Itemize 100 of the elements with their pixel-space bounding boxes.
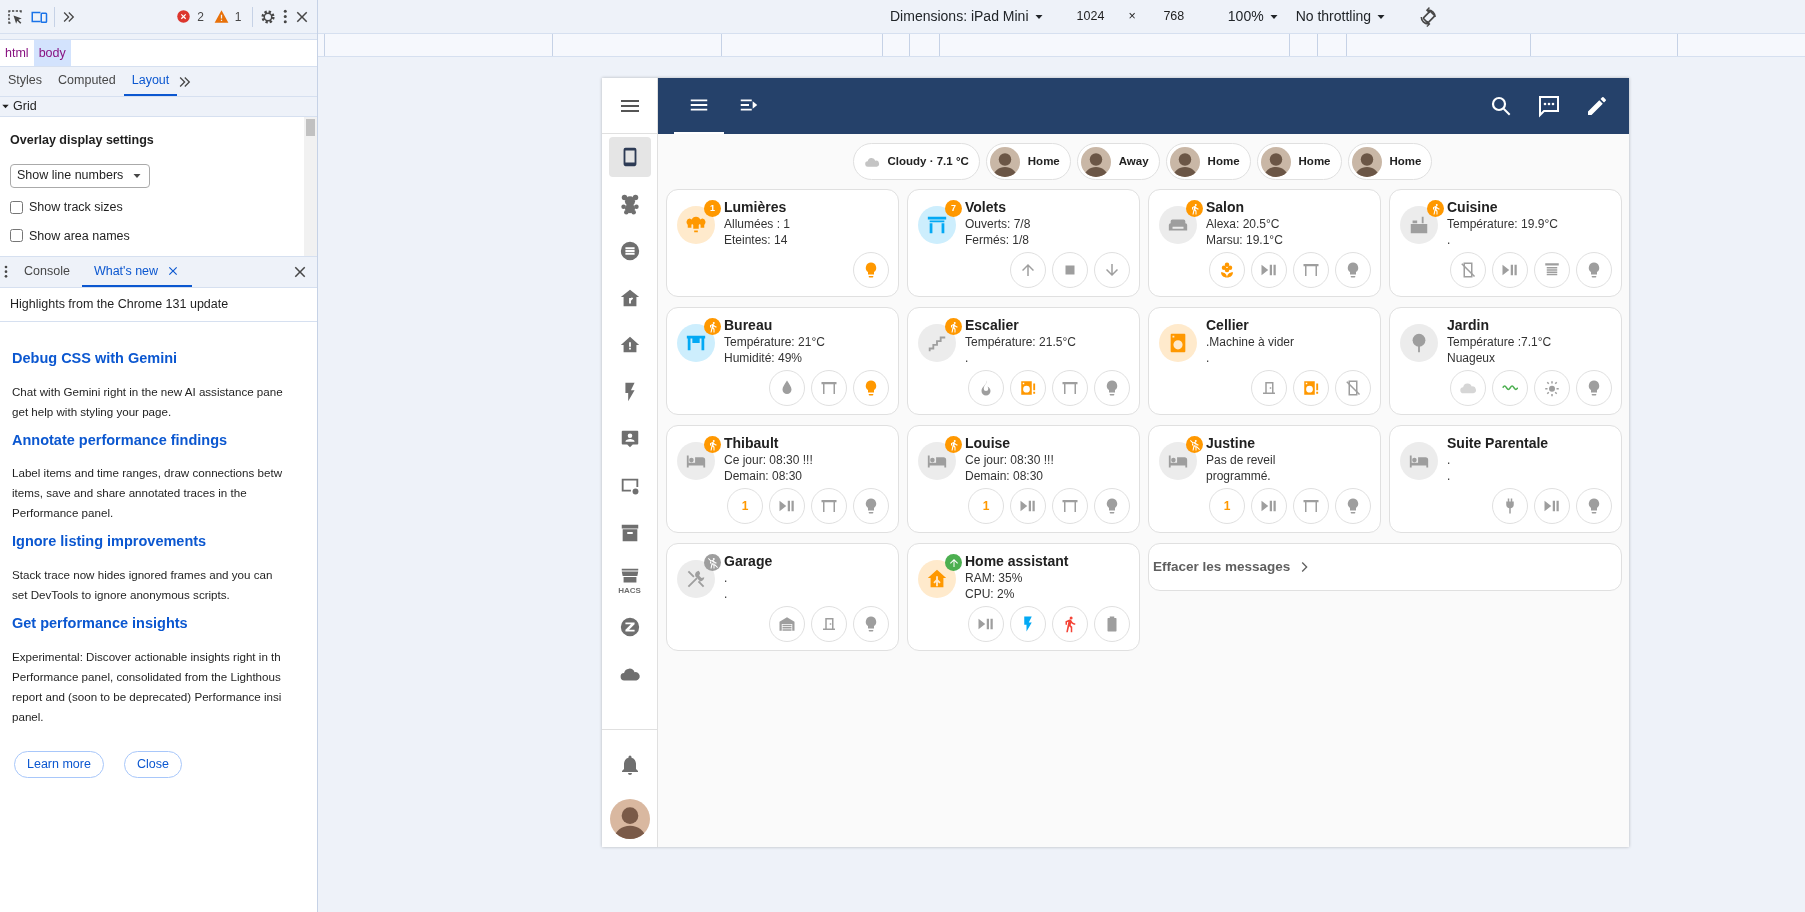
action-button[interactable]: Learn more (14, 750, 104, 778)
breadcrumb[interactable]: body (33, 40, 71, 66)
action-button[interactable] (1094, 252, 1130, 288)
drawer-tab[interactable]: What's new (81, 257, 193, 287)
action-button[interactable] (1335, 488, 1371, 524)
sidebar-item[interactable] (608, 137, 651, 177)
room-card[interactable]: Cellier .Machine à vider . (1148, 307, 1381, 415)
action-button[interactable] (1010, 488, 1046, 524)
person-chip[interactable]: Home (1256, 143, 1342, 180)
panel-tab[interactable]: Computed (50, 67, 124, 96)
section-title[interactable]: Grid (13, 97, 37, 116)
action-button[interactable] (1576, 370, 1612, 406)
room-card[interactable]: Home assistant RAM: 35% CPU: 2% (907, 543, 1140, 651)
action-button[interactable] (1492, 488, 1528, 524)
action-button[interactable] (1052, 252, 1088, 288)
room-status: Fermés: 1/8 (965, 232, 1031, 248)
room-title: Cellier (1206, 316, 1250, 334)
room-card[interactable]: Suite Parentale . . (1389, 425, 1622, 533)
action-button[interactable] (811, 606, 847, 642)
action-button[interactable] (1052, 488, 1088, 524)
action-button[interactable] (1335, 252, 1371, 288)
action-button[interactable] (1335, 370, 1371, 406)
room-title: Jardin (1447, 316, 1490, 334)
action-button[interactable] (1010, 370, 1046, 406)
more-options-icon (282, 9, 287, 24)
action-button[interactable]: Close (123, 750, 182, 778)
scrollbar-thumb[interactable] (306, 119, 315, 136)
person-chip[interactable]: Home (985, 143, 1071, 180)
room-card[interactable]: Salon Alexa: 20.5°C Marsu: 19.1°C (1148, 189, 1381, 297)
action-button[interactable] (1576, 252, 1612, 288)
feature-title[interactable]: Ignore listing improvements (12, 531, 305, 553)
action-button[interactable] (1094, 488, 1130, 524)
action-button[interactable] (1534, 370, 1570, 406)
action-button[interactable] (1492, 370, 1528, 406)
room-card[interactable]: Cuisine Température: 19.9°C . (1389, 189, 1622, 297)
action-button[interactable] (1534, 488, 1570, 524)
action-button[interactable] (1293, 370, 1329, 406)
breadcrumb[interactable]: html (0, 40, 34, 66)
room-card[interactable]: Bureau Température: 21°C Humidité: 49% (666, 307, 899, 415)
room-status: programmé. (1206, 468, 1272, 484)
description-line: set DevTools to ignore anonymous scripts. (12, 587, 231, 603)
room-card[interactable]: Thibault Ce jour: 08:30 !!! Demain: 08:30 1 (666, 425, 899, 533)
action-button[interactable] (853, 370, 889, 406)
room-card[interactable]: Louise Ce jour: 08:30 !!! Demain: 08:30 1 (907, 425, 1140, 533)
action-button[interactable] (1010, 252, 1046, 288)
action-button[interactable] (1450, 252, 1486, 288)
action-button[interactable] (769, 606, 805, 642)
feature-title[interactable]: Debug CSS with Gemini (12, 347, 305, 370)
action-button[interactable] (853, 488, 889, 524)
clear-messages-link[interactable]: Effacer les messages (1153, 556, 1313, 578)
width-field[interactable]: 1024 (1060, 7, 1121, 26)
panel-tab[interactable]: Styles (0, 67, 51, 96)
height-field[interactable]: 768 (1143, 7, 1204, 26)
action-button[interactable] (811, 488, 847, 524)
action-button[interactable] (1251, 252, 1287, 288)
room-status: . (724, 570, 729, 586)
checkbox[interactable] (10, 200, 23, 214)
room-card[interactable]: 1 Lumières Allumées : 1 Eteintes: 14 (666, 189, 899, 297)
action-button[interactable] (1010, 606, 1046, 642)
person-chip[interactable]: Away (1076, 143, 1160, 180)
action-button[interactable] (1251, 370, 1287, 406)
action-button[interactable] (1492, 252, 1528, 288)
weather-chip[interactable]: Cloudy · 7.1 °C (852, 143, 980, 180)
action-button[interactable] (853, 606, 889, 642)
count-badge: 7 (945, 200, 962, 217)
action-button[interactable] (1293, 488, 1329, 524)
action-button[interactable] (1576, 488, 1612, 524)
more-options-icon (4, 265, 8, 279)
action-button[interactable] (968, 606, 1004, 642)
room-card[interactable]: Justine Pas de reveil programmé. 1 (1148, 425, 1381, 533)
avatar[interactable] (609, 799, 650, 839)
action-button[interactable] (1293, 252, 1329, 288)
action-button[interactable] (811, 370, 847, 406)
action-button[interactable] (968, 370, 1004, 406)
zoom-dropdown[interactable]: 100% (1227, 6, 1280, 27)
room-card[interactable]: Jardin Température :7.1°C Nuageux (1389, 307, 1622, 415)
line-numbers-select[interactable]: Show line numbers (10, 163, 151, 188)
action-button[interactable] (769, 488, 805, 524)
action-button[interactable] (1534, 252, 1570, 288)
room-card[interactable]: Garage . . (666, 543, 899, 651)
checkbox[interactable] (10, 229, 23, 243)
feature-title[interactable]: Get performance insights (12, 613, 305, 635)
action-button[interactable] (1209, 252, 1245, 288)
action-button[interactable] (853, 252, 889, 288)
person-chip[interactable]: Home (1347, 143, 1433, 180)
feature-title[interactable]: Annotate performance findings (12, 429, 305, 452)
person-chip[interactable]: Home (1165, 143, 1251, 180)
action-button[interactable] (1251, 488, 1287, 524)
sidebar-item[interactable]: HACS (608, 560, 651, 600)
drawer-tab[interactable]: Console (12, 257, 82, 287)
room-card[interactable]: 7 Volets Ouverts: 7/8 Fermés: 1/8 (907, 189, 1140, 297)
action-button[interactable] (1052, 606, 1088, 642)
throttling-dropdown[interactable]: No throttling (1295, 6, 1388, 27)
room-card[interactable]: Escalier Température: 21.5°C . (907, 307, 1140, 415)
action-button[interactable] (1094, 606, 1130, 642)
action-button[interactable] (769, 370, 805, 406)
action-button[interactable] (1094, 370, 1130, 406)
device-dropdown[interactable]: Dimensions: iPad Mini (890, 6, 1045, 27)
description-line: report and (soon to be deprecated) Performance insi (12, 688, 283, 705)
action-button[interactable] (1052, 370, 1088, 406)
